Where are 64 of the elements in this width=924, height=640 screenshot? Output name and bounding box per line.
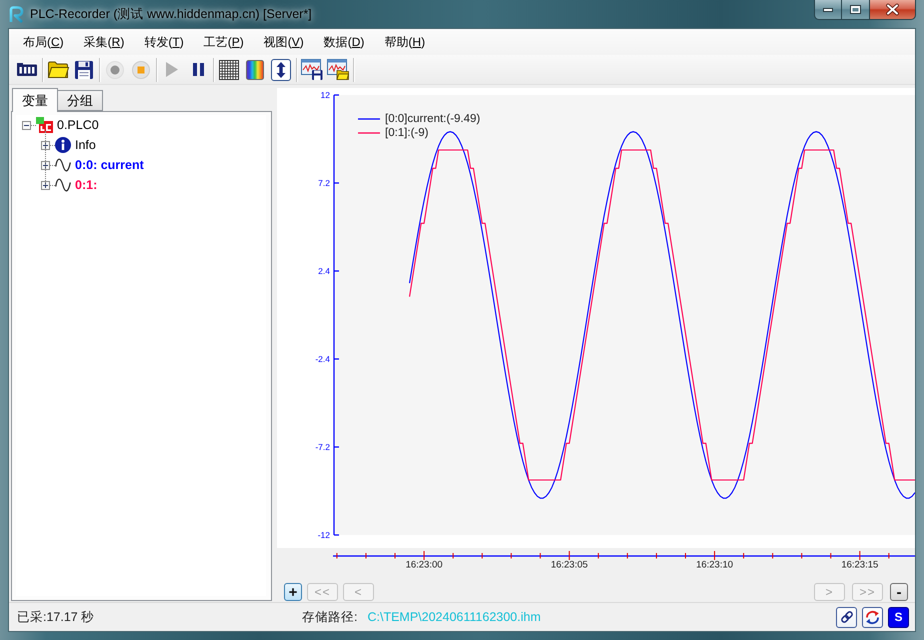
axis-tick-label: 16:23:00	[406, 560, 443, 570]
sync-button[interactable]	[862, 606, 883, 628]
axis-tick-label: 7.2	[318, 178, 330, 188]
nav-button[interactable]: +	[284, 583, 302, 601]
stop-icon	[132, 60, 150, 78]
tree-item[interactable]: 0:1:	[75, 178, 98, 192]
server-button[interactable]: S	[888, 606, 909, 628]
path-label: 存储路径:	[302, 608, 358, 626]
tree-item[interactable]: Info	[75, 138, 96, 152]
plus-box-icon[interactable]	[41, 180, 50, 190]
close-icon	[886, 4, 899, 15]
tab[interactable]: 变量	[12, 88, 58, 112]
app-logo-icon	[8, 6, 24, 22]
chart-save-icon	[301, 59, 323, 80]
tab[interactable]: 分组	[57, 90, 103, 111]
autoscale-button[interactable]	[268, 56, 294, 82]
link-icon	[840, 610, 854, 624]
maximize-button[interactable]	[842, 0, 870, 20]
plus-box-icon[interactable]	[41, 140, 50, 150]
axis-tick-label: 2.4	[318, 266, 330, 276]
menu-item[interactable]: 数据(D)	[314, 31, 374, 53]
grid-icon	[219, 60, 239, 80]
nav-button[interactable]: -	[890, 583, 908, 601]
sync-icon	[865, 610, 880, 624]
axis-tick-label: -7.2	[315, 442, 330, 452]
menu-item[interactable]: 采集(R)	[74, 31, 134, 53]
open-chart-button[interactable]	[325, 56, 351, 82]
color-spectrum-icon	[246, 60, 264, 80]
info-icon	[55, 137, 71, 153]
tree-item[interactable]: 0.PLC0	[57, 118, 99, 132]
axis-tick-label: 16:23:05	[550, 560, 588, 570]
wave-icon	[55, 158, 71, 172]
folder-icon	[48, 61, 68, 78]
minimize-button[interactable]	[814, 0, 842, 20]
vertical-arrows-icon	[271, 58, 291, 80]
axis-tick-label: 16:23:15	[841, 560, 878, 570]
elapsed-time: 已采:17.17 秒	[17, 608, 94, 626]
save-chart-button[interactable]	[299, 56, 325, 82]
legend-label: [0:0]current:(-9.49)	[385, 113, 480, 125]
menu-item[interactable]: 帮助(H)	[374, 31, 436, 53]
menu-item[interactable]: 视图(V)	[254, 31, 314, 53]
axis-tick-label: 12	[320, 90, 330, 100]
file-path: C:\TEMP\20240611162300.ihm	[367, 610, 541, 624]
record-icon	[106, 60, 124, 78]
plus-box-icon[interactable]	[41, 160, 50, 170]
axis-tick-label: -2.4	[315, 354, 330, 364]
wave-icon	[55, 178, 71, 192]
axis-tick-label: -12	[318, 530, 330, 540]
minimize-icon	[823, 8, 833, 12]
module-icon	[17, 63, 37, 76]
menu-item[interactable]: 转发(T)	[134, 31, 194, 53]
minus-box-icon[interactable]	[22, 120, 31, 130]
pause-icon	[192, 63, 204, 76]
menu-item[interactable]: 布局(C)	[13, 31, 74, 53]
menu-item[interactable]: 工艺(P)	[194, 31, 254, 53]
legend-label: [0:1]:(-9)	[385, 127, 428, 139]
maximize-icon	[850, 5, 861, 14]
close-button[interactable]	[870, 0, 916, 20]
chart-folder-icon	[327, 59, 349, 80]
window-title: PLC-Recorder (测试 www.hiddenmap.cn) [Server*]	[30, 6, 312, 22]
play-icon	[166, 62, 178, 77]
tree-item[interactable]: 0:0: current	[75, 158, 144, 172]
link-button[interactable]	[836, 606, 857, 628]
axis-tick-label: 16:23:10	[696, 560, 734, 570]
